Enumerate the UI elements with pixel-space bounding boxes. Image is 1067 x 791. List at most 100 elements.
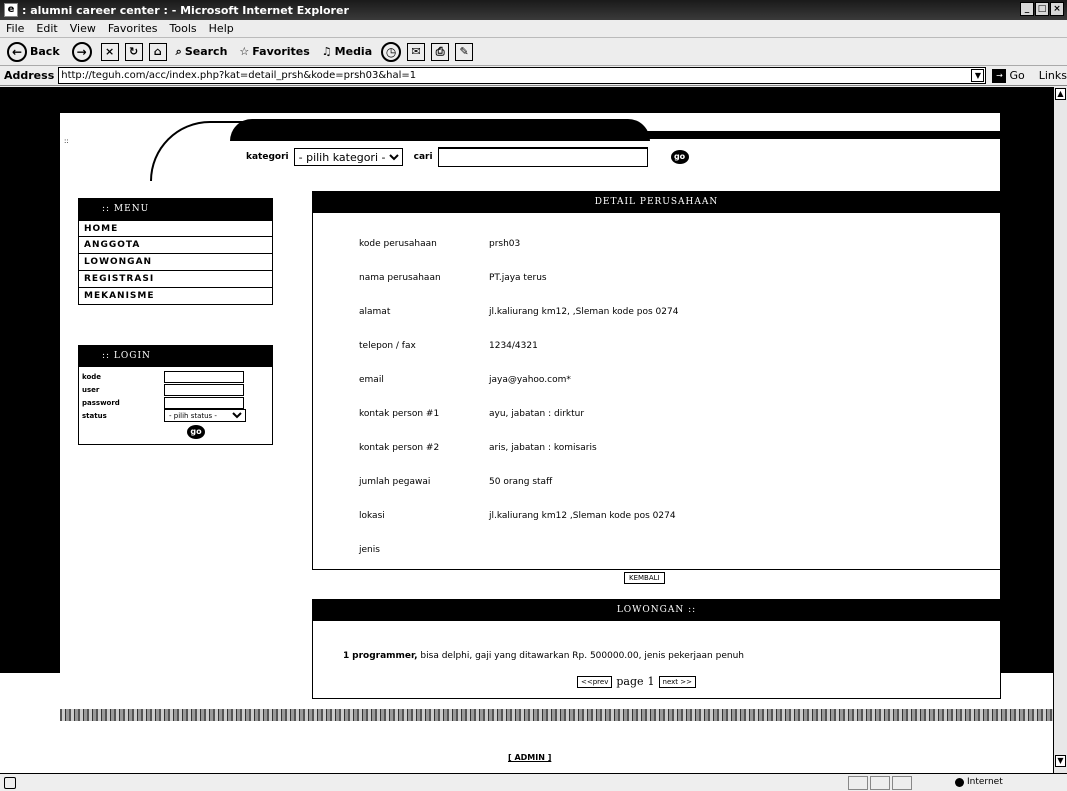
detail-row: jenis [359, 545, 380, 555]
address-url: http://teguh.com/acc/index.php?kat=detai… [61, 70, 417, 81]
pagination: <<prev page 1 next >> [577, 675, 696, 688]
user-label: user [82, 385, 100, 394]
menu-help[interactable]: Help [203, 22, 240, 35]
browser-window: e : alumni career center : - Microsoft I… [0, 0, 1067, 791]
search-go-button[interactable]: go [670, 150, 689, 164]
kategori-select[interactable]: - pilih kategori - [293, 148, 403, 166]
menu-view[interactable]: View [64, 22, 102, 35]
detail-row: jumlah pegawai 50 orang staff [359, 477, 553, 487]
address-bar: Address http://teguh.com/acc/index.php?k… [0, 66, 1067, 86]
browser-toolbar: ← Back → × ↻ ⌂ ⌕ Search ☆ Favorites ♫ Media … [0, 38, 1067, 66]
lowongan-panel: LOWONGAN :: 1 programmer, bisa delphi, g… [312, 599, 1001, 699]
search-icon: ⌕ [175, 44, 182, 58]
login-go-button[interactable]: go [187, 425, 205, 439]
kembali-button[interactable]: KEMBALI [624, 572, 665, 584]
menu-file[interactable]: File [0, 22, 30, 35]
status-bar: Internet [0, 773, 1067, 791]
address-input[interactable]: http://teguh.com/acc/index.php?kat=detai… [58, 67, 987, 84]
go-button[interactable]: → Go [992, 68, 1025, 83]
detail-perusahaan-panel: DETAIL PERUSAHAAN kode perusahaan prsh03 … [312, 191, 1001, 570]
site-logo-text: :: [64, 137, 69, 145]
menu-bar: File Edit View Favorites Tools Help [0, 20, 1067, 38]
back-button[interactable]: ← Back [4, 41, 63, 62]
scroll-down-icon[interactable]: ▼ [1055, 755, 1066, 767]
user-field[interactable] [164, 383, 244, 396]
detail-row: email jaya@yahoo.com* [359, 375, 571, 385]
detail-panel-title: DETAIL PERUSAHAAN [312, 191, 1001, 213]
lowongan-item[interactable]: 1 programmer, bisa delphi, gaji yang dit… [313, 621, 1000, 661]
home-icon[interactable]: ⌂ [148, 42, 167, 61]
menu-favorites[interactable]: Favorites [102, 22, 164, 35]
web-page: :: kategori - pilih kategori - cari go :… [0, 113, 1053, 773]
refresh-icon[interactable]: ↻ [124, 42, 143, 61]
go-arrow-icon: → [992, 68, 1007, 83]
history-icon[interactable]: ◷ [381, 41, 402, 62]
detail-row: telepon / fax 1234/4321 [359, 341, 538, 351]
login-panel-title: :: LOGIN [78, 345, 273, 367]
scroll-up-icon[interactable]: ▲ [1055, 88, 1066, 100]
page-label: page [616, 675, 644, 688]
status-select[interactable]: - pilih status - [164, 409, 246, 422]
title-bar: e : alumni career center : - Microsoft I… [0, 0, 1067, 20]
menu-tools[interactable]: Tools [164, 22, 203, 35]
security-zone: Internet [955, 777, 1003, 787]
login-panel: :: LOGIN kode user password status - pili… [78, 345, 273, 445]
status-cell [892, 776, 912, 790]
detail-row: kode perusahaan prsh03 [359, 239, 521, 249]
stop-icon[interactable]: × [100, 42, 119, 61]
print-icon[interactable]: ⎙ [431, 42, 450, 61]
page-status-icon [4, 777, 16, 789]
status-label: status [82, 411, 107, 420]
search-button[interactable]: ⌕ Search [173, 45, 231, 59]
lowongan-item-title[interactable]: programmer, [352, 651, 417, 661]
media-button[interactable]: ♫ Media [319, 45, 375, 58]
links-button[interactable]: Links [1039, 69, 1067, 82]
detail-row: lokasi jl.kaliurang km12 ,Sleman kode pos… [359, 511, 676, 521]
footer-divider [60, 709, 1053, 721]
favorites-button[interactable]: ☆ Favorites [236, 45, 312, 58]
globe-icon [955, 777, 964, 787]
menu-item-home[interactable]: HOME [78, 220, 273, 237]
next-page-button[interactable]: next >> [658, 675, 696, 688]
lowongan-list: 1 programmer, bisa delphi, gaji yang dit… [312, 621, 1001, 699]
password-label: password [82, 398, 120, 407]
detail-row: alamat jl.kaliurang km12, ,Sleman kode po… [359, 307, 679, 317]
menu-item-mekanisme[interactable]: MEKANISME [78, 288, 273, 305]
menu-item-registrasi[interactable]: REGISTRASI [78, 271, 273, 288]
lowongan-right-block [1001, 599, 1053, 621]
right-page-border [1000, 113, 1053, 673]
detail-row: kontak person #1 ayu, jabatan : dirktur [359, 409, 585, 419]
vertical-scrollbar[interactable]: ▲ ▼ [1053, 87, 1067, 773]
address-label: Address [4, 69, 55, 82]
menu-item-anggota[interactable]: ANGGOTA [78, 237, 273, 254]
search-bar: kategori - pilih kategori - cari go [246, 147, 689, 167]
kode-label: kode [82, 372, 102, 381]
menu-item-lowongan[interactable]: LOWONGAN [78, 254, 273, 271]
detail-row: nama perusahaan PT.jaya terus [359, 273, 547, 283]
kode-field[interactable] [164, 370, 244, 383]
chevron-down-icon[interactable]: ▼ [971, 69, 985, 82]
forward-arrow-icon: → [71, 41, 92, 62]
menu-panel: :: MENU HOME ANGGOTA LOWONGAN REGISTRASI… [78, 198, 273, 305]
menu-edit[interactable]: Edit [30, 22, 63, 35]
status-cell [848, 776, 868, 790]
search-input[interactable] [437, 147, 648, 167]
header-arch [230, 119, 650, 141]
close-button[interactable]: × [1050, 2, 1064, 16]
forward-button[interactable]: → [69, 41, 95, 62]
mail-icon[interactable]: ✉ [407, 42, 426, 61]
prev-page-button[interactable]: <<prev [577, 675, 613, 688]
admin-link[interactable]: [ ADMIN ] [508, 753, 551, 762]
detail-table: kode perusahaan prsh03 nama perusahaan PT.… [312, 213, 1001, 570]
minimize-button[interactable]: _ [1020, 2, 1034, 16]
edit-icon[interactable]: ✎ [455, 42, 474, 61]
page-top-border [0, 87, 1067, 113]
maximize-button[interactable]: □ [1035, 2, 1049, 16]
header-stripe [640, 131, 1000, 139]
page-number: 1 [647, 675, 655, 688]
left-page-border [0, 113, 60, 673]
window-title: : alumni career center : - Microsoft Int… [22, 3, 349, 17]
detail-row: kontak person #2 aris, jabatan : komisari… [359, 443, 597, 453]
status-cell [870, 776, 890, 790]
password-field[interactable] [164, 396, 244, 409]
